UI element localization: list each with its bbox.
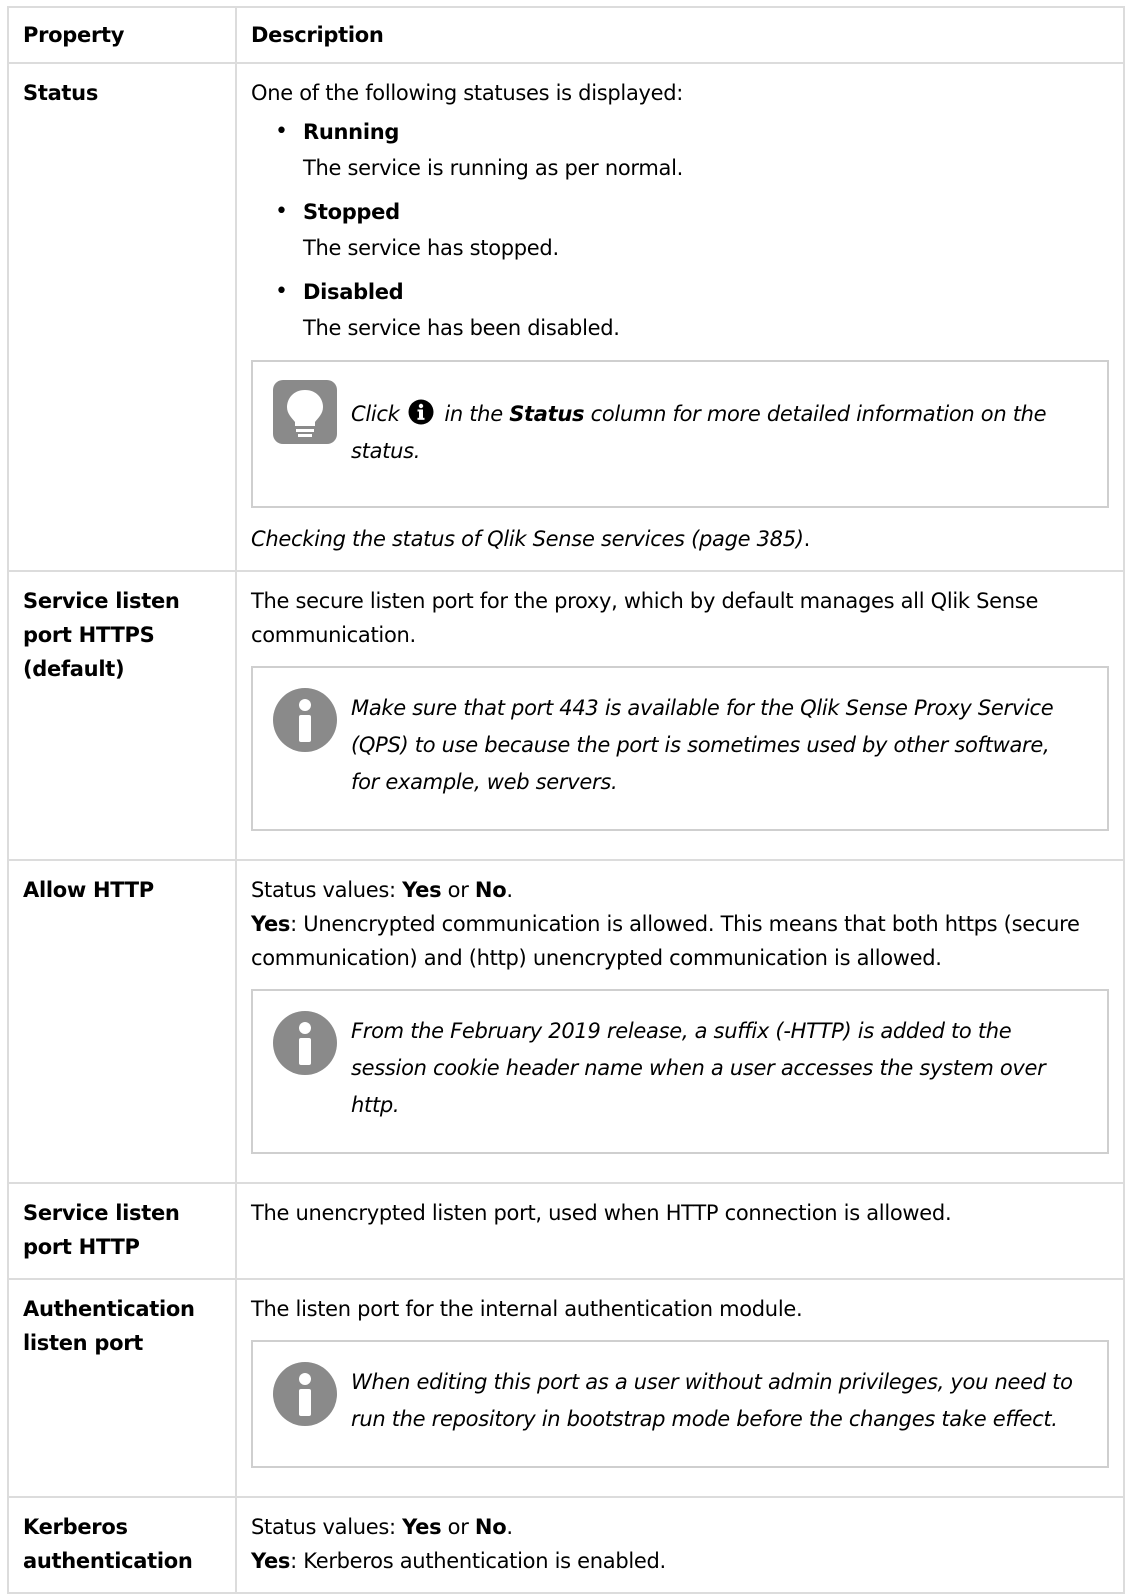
- values-period: .: [506, 878, 513, 902]
- values-prefix: Status values:: [251, 1515, 403, 1539]
- description-allow-http: Status values: Yes or No. Yes: Unencrypt…: [235, 859, 1125, 1184]
- value-yes: Yes: [402, 1515, 442, 1539]
- info-icon: [273, 688, 337, 752]
- table-row: Kerberos authentication Status values: Y…: [7, 1496, 1125, 1594]
- status-desc: The service has been disabled.: [303, 316, 620, 340]
- table-row: Authentication listen port The listen po…: [7, 1278, 1125, 1498]
- property-auth-port: Authentication listen port: [7, 1278, 237, 1498]
- table-row: Service listen port HTTP The unencrypted…: [7, 1182, 1125, 1280]
- value-yes: Yes: [402, 878, 442, 902]
- list-item: Stopped The service has stopped.: [275, 194, 1109, 266]
- status-name: Disabled: [303, 280, 404, 304]
- header-property: Property: [7, 6, 237, 64]
- table-row: Service listen port HTTPS (default) The …: [7, 570, 1125, 861]
- info-icon: [273, 1362, 337, 1426]
- description-status: One of the following statuses is display…: [235, 62, 1125, 572]
- allow-http-yes: Yes: Unencrypted communication is allowe…: [251, 907, 1109, 975]
- xref-text[interactable]: Checking the status of Qlik Sense servic…: [251, 527, 804, 551]
- values-period: .: [506, 1515, 513, 1539]
- property-https-port: Service listen port HTTPS (default): [7, 570, 237, 861]
- table-row: Status One of the following statuses is …: [7, 62, 1125, 572]
- info-circle-icon: [408, 399, 434, 425]
- property-allow-http: Allow HTTP: [7, 859, 237, 1184]
- note-text: Make sure that port 443 is available for…: [351, 696, 1054, 794]
- header-row: Property Description: [7, 6, 1125, 64]
- yes-text: : Unencrypted communication is allowed. …: [251, 912, 1080, 970]
- values-or: or: [441, 878, 475, 902]
- xref-end: .: [803, 527, 811, 551]
- status-name: Running: [303, 120, 400, 144]
- property-status: Status: [7, 62, 237, 572]
- values-or: or: [441, 1515, 475, 1539]
- yes-label: Yes: [251, 1549, 291, 1573]
- tip-text-middle: in the: [444, 402, 503, 426]
- lightbulb-icon: [273, 380, 337, 444]
- status-name: Stopped: [303, 200, 400, 224]
- xref-link[interactable]: Checking the status of Qlik Sense servic…: [251, 522, 1109, 556]
- list-item: Disabled The service has been disabled.: [275, 274, 1109, 346]
- yes-text: : Kerberos authentication is enabled.: [290, 1549, 666, 1573]
- value-no: No: [474, 1515, 507, 1539]
- note-box: When editing this port as a user without…: [251, 1340, 1109, 1468]
- info-icon: [273, 1011, 337, 1075]
- property-http-port: Service listen port HTTP: [7, 1182, 237, 1280]
- status-desc: The service has stopped.: [303, 236, 559, 260]
- tip-text-before: Click: [351, 402, 400, 426]
- description-auth-port: The listen port for the internal authent…: [235, 1278, 1125, 1498]
- list-item: Running The service is running as per no…: [275, 114, 1109, 186]
- status-intro: One of the following statuses is display…: [251, 81, 684, 105]
- values-prefix: Status values:: [251, 878, 403, 902]
- status-list: Running The service is running as per no…: [251, 114, 1109, 346]
- https-port-text: The secure listen port for the proxy, wh…: [251, 589, 1039, 647]
- description-http-port: The unencrypted listen port, used when H…: [235, 1182, 1125, 1280]
- kerberos-yes: Yes: Kerberos authentication is enabled.: [251, 1544, 1109, 1578]
- value-no: No: [474, 878, 507, 902]
- table-row: Allow HTTP Status values: Yes or No. Yes…: [7, 859, 1125, 1184]
- tip-text-bold: Status: [509, 402, 585, 426]
- allow-http-values: Status values: Yes or No.: [251, 873, 1109, 907]
- description-kerberos: Status values: Yes or No. Yes: Kerberos …: [235, 1496, 1125, 1594]
- properties-table: Property Description Status One of the f…: [7, 6, 1125, 1594]
- note-text: From the February 2019 release, a suffix…: [351, 1019, 1046, 1117]
- tip-box: Click in the Status column for more deta…: [251, 360, 1109, 508]
- yes-label: Yes: [251, 912, 291, 936]
- note-text: When editing this port as a user without…: [351, 1370, 1073, 1431]
- note-box: Make sure that port 443 is available for…: [251, 666, 1109, 831]
- status-desc: The service is running as per normal.: [303, 156, 683, 180]
- auth-port-text: The listen port for the internal authent…: [251, 1297, 803, 1321]
- note-box: From the February 2019 release, a suffix…: [251, 989, 1109, 1154]
- description-https-port: The secure listen port for the proxy, wh…: [235, 570, 1125, 861]
- property-kerberos: Kerberos authentication: [7, 1496, 237, 1594]
- kerberos-values: Status values: Yes or No.: [251, 1510, 1109, 1544]
- header-description: Description: [235, 6, 1125, 64]
- http-port-text: The unencrypted listen port, used when H…: [251, 1201, 952, 1225]
